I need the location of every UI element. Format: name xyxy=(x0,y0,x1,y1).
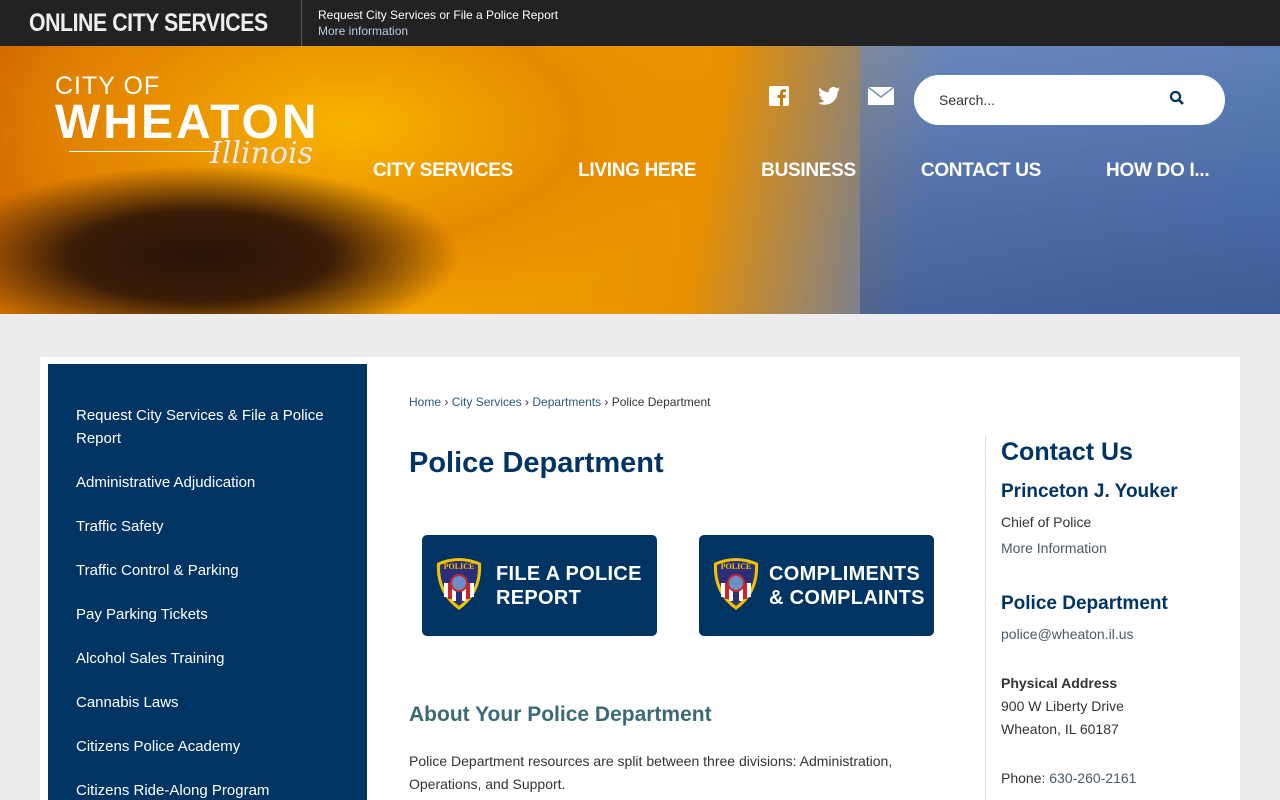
online-city-services-label: ONLINE CITY SERVICES xyxy=(29,8,268,37)
page-title: Police Department xyxy=(409,447,664,479)
search-icon[interactable] xyxy=(1169,90,1185,111)
button-line1: FILE A POLICE xyxy=(496,562,642,585)
address-line1: 900 W Liberty Drive xyxy=(1001,698,1124,714)
breadcrumb-city-services[interactable]: City Services xyxy=(452,395,522,409)
search-input[interactable] xyxy=(939,92,1169,108)
topbar-message: Request City Services or File a Police R… xyxy=(318,8,559,22)
nav-business[interactable]: BUSINESS xyxy=(761,160,856,182)
sidebar-item-ride-along[interactable]: Citizens Ride-Along Program xyxy=(48,779,367,800)
divider xyxy=(985,436,986,800)
online-city-services-button[interactable]: ONLINE CITY SERVICES xyxy=(0,0,302,46)
police-badge-icon: POLICE xyxy=(711,555,761,616)
breadcrumb-current: Police Department xyxy=(611,395,711,409)
contact-role: Chief of Police xyxy=(1001,514,1092,530)
more-information-link[interactable]: More Information xyxy=(1001,540,1107,556)
search-box xyxy=(914,75,1225,125)
file-police-report-button[interactable]: POLICE FILE A POLICE REPORT xyxy=(422,535,657,636)
breadcrumb-home[interactable]: Home xyxy=(409,395,441,409)
phone-label: Phone: xyxy=(1001,770,1050,786)
sidebar-item-admin-adjudication[interactable]: Administrative Adjudication xyxy=(48,471,367,494)
sidebar-item-traffic-control[interactable]: Traffic Control & Parking xyxy=(48,559,367,582)
about-heading: About Your Police Department xyxy=(409,703,712,726)
twitter-icon[interactable] xyxy=(818,86,840,106)
button-line2: REPORT xyxy=(496,586,582,609)
main-nav: CITY SERVICES LIVING HERE BUSINESS CONTA… xyxy=(373,160,1274,182)
button-line1: COMPLIMENTS xyxy=(769,562,921,585)
compliments-complaints-button[interactable]: POLICE COMPLIMENTS & COMPLAINTS xyxy=(699,535,934,636)
nav-how-do-i[interactable]: HOW DO I... xyxy=(1106,160,1210,182)
sidebar: Request City Services & File a Police Re… xyxy=(48,364,367,800)
about-text: Police Department resources are split be… xyxy=(409,753,893,792)
sidebar-item-alcohol-training[interactable]: Alcohol Sales Training xyxy=(48,647,367,670)
city-logo[interactable]: CITY OF WHEATON Illinois xyxy=(55,72,320,171)
logo-illinois: Illinois xyxy=(210,136,314,171)
badge-text: POLICE xyxy=(444,562,475,571)
sidebar-item-pay-parking[interactable]: Pay Parking Tickets xyxy=(48,603,367,626)
more-information-link[interactable]: More information xyxy=(318,23,558,39)
contact-panel: Contact Us Princeton J. Youker Chief of … xyxy=(1001,438,1231,790)
address-line2: Wheaton, IL 60187 xyxy=(1001,721,1119,737)
logo-divider xyxy=(69,151,219,152)
button-line2: & COMPLAINTS xyxy=(769,586,925,609)
address-label: Physical Address xyxy=(1001,675,1118,691)
breadcrumb: Home › City Services › Departments › Pol… xyxy=(409,395,711,409)
email-link[interactable]: police@wheaton.il.us xyxy=(1001,626,1134,642)
dept-heading: Police Department xyxy=(1001,593,1168,614)
sidebar-item-citizens-academy[interactable]: Citizens Police Academy xyxy=(48,735,367,758)
top-bar: ONLINE CITY SERVICES Request City Servic… xyxy=(0,0,1280,46)
badge-text: POLICE xyxy=(721,562,752,571)
social-links xyxy=(768,86,895,106)
police-badge-icon: POLICE xyxy=(434,555,484,616)
breadcrumb-departments[interactable]: Departments xyxy=(532,395,601,409)
facebook-icon[interactable] xyxy=(768,86,790,106)
email-icon[interactable] xyxy=(867,86,895,106)
nav-city-services[interactable]: CITY SERVICES xyxy=(373,160,513,182)
sidebar-item-request-services[interactable]: Request City Services & File a Police Re… xyxy=(48,404,367,450)
sidebar-item-cannabis-laws[interactable]: Cannabis Laws xyxy=(48,691,367,714)
nav-contact-us[interactable]: CONTACT US xyxy=(921,160,1041,182)
sidebar-item-traffic-safety[interactable]: Traffic Safety xyxy=(48,515,367,538)
nav-living-here[interactable]: LIVING HERE xyxy=(578,160,696,182)
contact-heading: Contact Us xyxy=(1001,438,1133,466)
phone-link[interactable]: 630-260-2161 xyxy=(1049,770,1136,786)
contact-name: Princeton J. Youker xyxy=(1001,481,1178,502)
